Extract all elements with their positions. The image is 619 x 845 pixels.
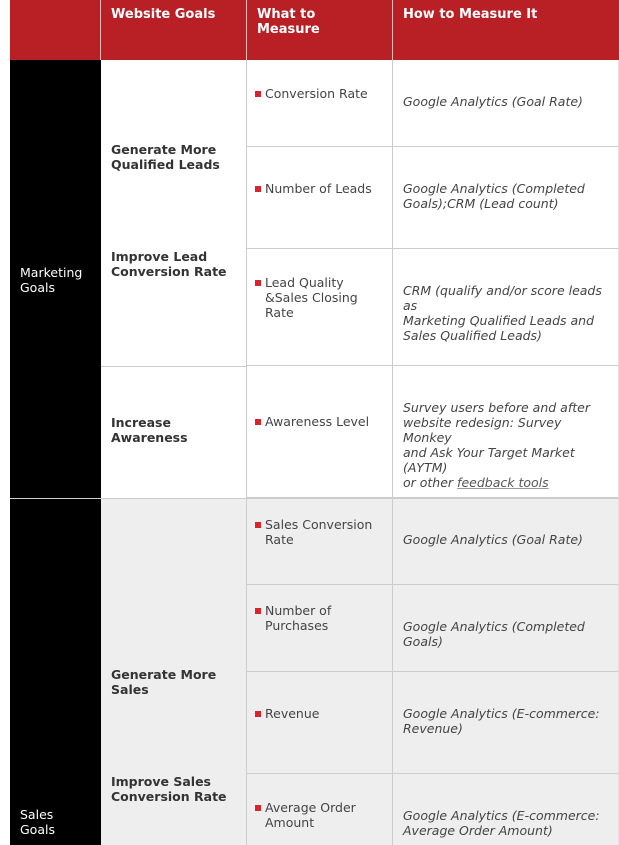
website-goals-table: Website Goals What to Measure How to Mea… <box>10 0 619 845</box>
measure-line: Number of Leads <box>265 181 372 196</box>
header-how-to-measure: How to Measure It <box>393 0 619 60</box>
goal-improve-lead-conversion: Improve Lead Conversion Rate <box>111 249 236 279</box>
bullet-icon <box>255 186 261 192</box>
how-line: Google Analytics (Goal Rate) <box>403 94 583 109</box>
section-label-line: Sales Goals <box>20 807 55 837</box>
header-website-goals: Website Goals <box>101 0 247 60</box>
how-number-of-leads: Google Analytics (Completed Goals);CRM (… <box>393 147 619 249</box>
how-line: Survey users before and after <box>403 400 590 415</box>
header-cell-blank <box>10 0 101 60</box>
how-line: Google Analytics (Goal Rate) <box>403 532 583 547</box>
how-line: Google Analytics (E-commerce: <box>403 706 600 721</box>
bullet-icon <box>255 805 261 811</box>
measure-line: Rate <box>265 532 294 547</box>
goal-line: Awareness <box>111 430 188 445</box>
goal-line: Conversion Rate <box>111 264 227 279</box>
measure-line: Awareness Level <box>265 414 370 429</box>
how-number-of-purchases: Google Analytics (Completed Goals) <box>393 585 619 672</box>
measure-line: Number of <box>265 603 332 618</box>
how-revenue: Google Analytics (E-commerce: Revenue) <box>393 672 619 774</box>
measure-number-of-purchases: Number of Purchases <box>247 585 393 672</box>
measure-number-of-leads: Number of Leads <box>247 147 393 249</box>
how-conversion-rate: Google Analytics (Goal Rate) <box>393 60 619 147</box>
how-line: website redesign: Survey Monkey <box>403 415 562 445</box>
bullet-icon <box>255 280 261 286</box>
measure-line: Purchases <box>265 618 329 633</box>
goal-line: Qualified Leads <box>111 157 220 172</box>
how-sales-conversion-rate: Google Analytics (Goal Rate) <box>393 498 619 585</box>
how-line: CRM (qualify and/or score leads as <box>403 283 602 313</box>
measure-sales-conversion-rate: Sales Conversion Rate <box>247 498 393 585</box>
goals-cell-awareness: Increase Awareness <box>101 366 247 498</box>
bullet-icon <box>255 608 261 614</box>
measure-average-order-amount: Average Order Amount <box>247 774 393 845</box>
feedback-tools-link[interactable]: feedback tools <box>457 475 549 490</box>
how-awareness-level: Survey users before and after website re… <box>393 366 619 498</box>
goal-line: Improve Sales <box>111 774 211 789</box>
how-lead-quality: CRM (qualify and/or score leads as Marke… <box>393 249 619 366</box>
how-line: Google Analytics (Completed <box>403 181 585 196</box>
bullet-icon <box>255 711 261 717</box>
goal-line: Generate More <box>111 667 217 682</box>
how-line-text: or other <box>403 475 458 490</box>
goal-line: Conversion Rate <box>111 789 227 804</box>
goal-improve-sales-conversion: Improve Sales Conversion Rate <box>111 774 236 804</box>
measure-line: &Sales Closing <box>265 290 358 305</box>
how-line: Google Analytics (E-commerce: <box>403 808 600 823</box>
measure-conversion-rate: Conversion Rate <box>247 60 393 147</box>
section-label-marketing: Marketing Goals <box>10 60 101 498</box>
how-line: Average Order Amount) <box>403 823 553 838</box>
section-label-line: Marketing <box>20 265 83 280</box>
measure-line: Average Order <box>265 800 356 815</box>
measure-lead-quality: Lead Quality &Sales Closing Rate <box>247 249 393 366</box>
measure-line: Revenue <box>265 706 320 721</box>
how-line: Google Analytics (Completed Goals) <box>403 619 585 649</box>
goal-generate-sales: Generate More Sales <box>111 667 236 697</box>
goal-generate-leads: Generate More Qualified Leads <box>111 142 236 172</box>
how-line: Goals);CRM (Lead count) <box>403 196 559 211</box>
goal-line: Sales <box>111 682 149 697</box>
measure-awareness-level: Awareness Level <box>247 366 393 498</box>
how-line: Sales Qualified Leads) <box>403 328 542 343</box>
measure-line: Conversion Rate <box>265 86 368 101</box>
how-line: Marketing Qualified Leads and <box>403 313 595 328</box>
goal-line: Generate More <box>111 142 217 157</box>
goal-line: Increase <box>111 415 171 430</box>
section-label-sales: Sales Goals <box>10 498 101 845</box>
goals-cell-marketing: Generate More Qualified Leads Improve Le… <box>101 60 247 366</box>
goals-cell-sales: Generate More Sales Improve Sales Conver… <box>101 498 247 845</box>
bullet-icon <box>255 419 261 425</box>
header-what-to-measure: What to Measure <box>247 0 393 60</box>
how-average-order-amount: Google Analytics (E-commerce: Average Or… <box>393 774 619 845</box>
measure-line: Sales Conversion <box>265 517 373 532</box>
goal-increase-awareness: Increase Awareness <box>111 415 236 445</box>
bullet-icon <box>255 91 261 97</box>
goal-line: Improve Lead <box>111 249 208 264</box>
how-line: and Ask Your Target Market (AYTM) <box>403 445 575 475</box>
measure-line: Amount <box>265 815 315 830</box>
measure-revenue: Revenue <box>247 672 393 774</box>
measure-line: Lead Quality <box>265 275 344 290</box>
how-line: or other feedback tools <box>403 475 606 490</box>
section-label-line: Goals <box>20 280 55 295</box>
measure-line: Rate <box>265 305 294 320</box>
bullet-icon <box>255 522 261 528</box>
how-line: Revenue) <box>403 721 463 736</box>
